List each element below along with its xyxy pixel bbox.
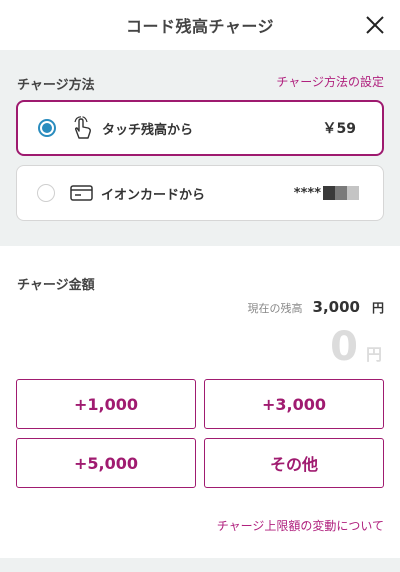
close-icon	[366, 16, 384, 34]
hand-tap-icon	[74, 116, 91, 139]
card-number-masked: ****	[294, 186, 359, 201]
option-label: イオンカードから	[101, 187, 206, 203]
card-mask-text: ****	[293, 185, 321, 201]
redacted-block	[323, 186, 335, 200]
charge-method-title: チャージ方法	[17, 78, 95, 93]
redacted-block	[347, 186, 359, 200]
add-5000-button[interactable]: +5,000	[16, 438, 196, 488]
page-title: コード残高チャージ	[125, 17, 275, 36]
other-amount-button[interactable]: その他	[204, 438, 384, 488]
option-balance-value: ￥59	[322, 121, 356, 137]
charge-amount-display: 0 円	[330, 324, 382, 370]
charge-method-settings-link[interactable]: チャージ方法の設定	[276, 73, 384, 90]
close-button[interactable]	[362, 12, 388, 38]
current-balance-row: 現在の残高 3,000 円	[248, 298, 384, 316]
radio-unselected[interactable]	[37, 184, 55, 202]
balance-value: 3,000	[312, 298, 360, 316]
charge-amount-value: 0	[330, 324, 358, 370]
balance-unit: 円	[371, 301, 384, 315]
add-1000-button[interactable]: +1,000	[16, 379, 196, 429]
charge-amount-section: チャージ金額 現在の残高 3,000 円 0 円 +1,000 +3,000 +…	[0, 246, 400, 558]
charge-amount-unit: 円	[365, 345, 382, 364]
charge-method-section: チャージ方法 チャージ方法の設定 タッチ残高から ￥59 イオンカードから **…	[0, 50, 400, 246]
redacted-block	[335, 186, 347, 200]
balance-label: 現在の残高	[247, 302, 303, 315]
option-label: タッチ残高から	[102, 122, 194, 138]
option-aeon-card[interactable]: イオンカードから ****	[16, 165, 384, 221]
credit-card-icon	[70, 185, 93, 201]
charge-limit-info-link[interactable]: チャージ上限額の変動について	[217, 517, 384, 534]
radio-selected[interactable]	[38, 119, 56, 137]
add-3000-button[interactable]: +3,000	[204, 379, 384, 429]
charge-amount-title: チャージ金額	[17, 278, 95, 293]
bottom-spacer	[0, 558, 400, 572]
option-touch-balance[interactable]: タッチ残高から ￥59	[16, 100, 384, 156]
header-bar: コード残高チャージ	[0, 0, 400, 50]
